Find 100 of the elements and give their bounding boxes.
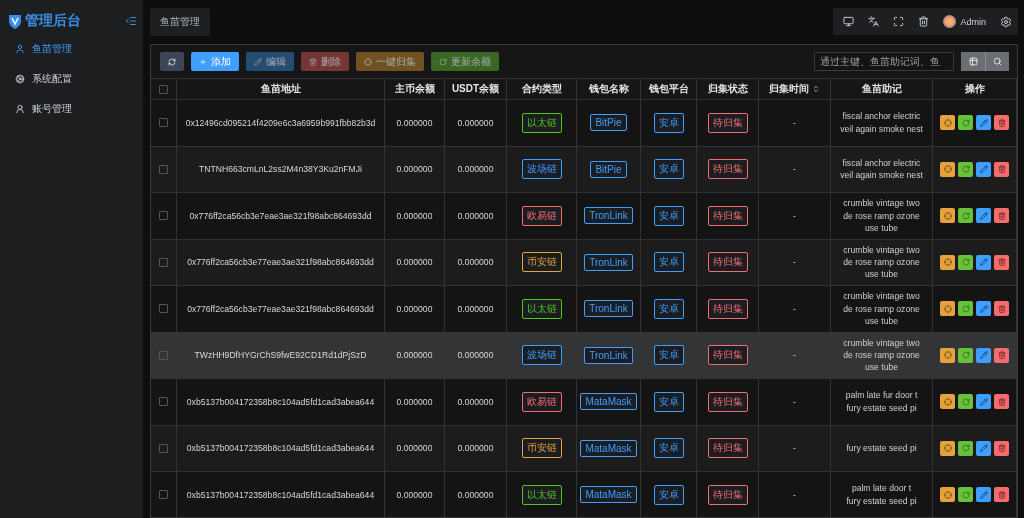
- search-field[interactable]: 通过主键、鱼苗助记词、鱼: [814, 52, 954, 71]
- platform-tag: 安卓: [653, 205, 684, 226]
- column-header[interactable]: 归集时间: [769, 82, 809, 96]
- row-checkbox[interactable]: [159, 118, 168, 128]
- refresh-button[interactable]: [958, 161, 973, 177]
- balance-text: 0.000000: [457, 396, 494, 407]
- delete-button[interactable]: [994, 115, 1009, 131]
- platform-tag: 安卓: [653, 252, 684, 273]
- sidebar-item[interactable]: 账号管理: [0, 94, 143, 124]
- delete-button[interactable]: [994, 208, 1009, 224]
- refresh-button[interactable]: [958, 347, 973, 363]
- delete-button[interactable]: [994, 487, 1009, 503]
- collect-button[interactable]: [940, 301, 955, 317]
- balance-text: 0.000000: [457, 489, 494, 500]
- row-checkbox[interactable]: [159, 397, 168, 407]
- edit-button[interactable]: [976, 254, 991, 270]
- collect-button[interactable]: [940, 208, 955, 224]
- brand-title: 管理后台: [25, 12, 81, 30]
- edit-button[interactable]: [976, 208, 991, 224]
- status-tag: 待归集: [707, 484, 748, 505]
- refresh-icon: [961, 304, 970, 313]
- monitor-icon[interactable]: [843, 16, 855, 27]
- refresh-icon: [961, 165, 970, 174]
- delete-button[interactable]: [994, 301, 1009, 317]
- collect-button[interactable]: [940, 254, 955, 270]
- row-checkbox[interactable]: [159, 443, 168, 453]
- avatar-icon[interactable]: [943, 15, 957, 28]
- refresh-icon: [961, 444, 970, 453]
- user-name[interactable]: Admin: [960, 16, 986, 27]
- delete-button[interactable]: [994, 440, 1009, 456]
- address-text: 0xb5137b004172358b8c104ad5fd1cad3abea644: [186, 489, 375, 500]
- search-button[interactable]: [985, 52, 1009, 71]
- row-checkbox[interactable]: [159, 211, 168, 221]
- mnemonic-text: crumble vintage two de rose ramp ozone use tube: [843, 336, 920, 374]
- row-checkbox[interactable]: [159, 164, 168, 174]
- refresh-button[interactable]: [958, 394, 973, 410]
- collect-button[interactable]: [940, 394, 955, 410]
- settings-icon[interactable]: [1000, 15, 1012, 28]
- sidebar-item[interactable]: 鱼苗管理: [0, 34, 143, 64]
- trash-icon: [997, 304, 1006, 313]
- page-tab[interactable]: 鱼苗管理: [150, 8, 210, 36]
- wallet-tag: TronLink: [584, 253, 633, 271]
- edit-button[interactable]: [976, 115, 991, 131]
- edit-button[interactable]: [976, 301, 991, 317]
- table-view-button[interactable]: [961, 52, 985, 71]
- select-all-checkbox[interactable]: [159, 84, 168, 94]
- fullscreen-icon[interactable]: [893, 16, 905, 27]
- trash-icon: [997, 490, 1006, 499]
- sidebar-item[interactable]: 系统配置: [0, 64, 143, 94]
- address-text: 0x12496cd095214f4209e6c3a6959b991fbb82b3d: [185, 117, 376, 128]
- collect-button[interactable]: [940, 347, 955, 363]
- refresh-button[interactable]: [958, 487, 973, 503]
- delete-button[interactable]: [994, 254, 1009, 270]
- collect-button[interactable]: [940, 487, 955, 503]
- delete-button[interactable]: [994, 161, 1009, 177]
- address-text: 0x776ff2ca56cb3e77eae3ae321f98abc864693dd: [187, 303, 374, 314]
- collect-button[interactable]: [940, 440, 955, 456]
- time-text: -: [793, 210, 796, 221]
- balance-text: 0.000000: [457, 164, 494, 175]
- column-header: 合约类型: [521, 82, 562, 96]
- collect-button[interactable]: [940, 161, 955, 177]
- refresh-button[interactable]: [958, 208, 973, 224]
- balance-text: 0.000000: [457, 257, 494, 268]
- collect-button[interactable]: [940, 115, 955, 131]
- edit-button[interactable]: [976, 394, 991, 410]
- delete-button[interactable]: [994, 394, 1009, 410]
- refresh-button[interactable]: [958, 115, 973, 131]
- edit-button[interactable]: [976, 440, 991, 456]
- status-tag: 待归集: [707, 298, 748, 319]
- edit-button[interactable]: [976, 487, 991, 503]
- edit-button[interactable]: [976, 161, 991, 177]
- platform-tag: 安卓: [653, 438, 684, 459]
- delete-button[interactable]: [994, 347, 1009, 363]
- refresh-button[interactable]: [958, 301, 973, 317]
- pencil-icon: [979, 118, 988, 127]
- row-checkbox[interactable]: [159, 257, 168, 267]
- trash-icon[interactable]: [918, 16, 930, 27]
- translate-icon[interactable]: [868, 16, 880, 27]
- pencil-icon: [979, 490, 988, 499]
- balance-text: 0.000000: [457, 210, 494, 221]
- column-header: 钱包名称: [588, 82, 629, 96]
- refresh-button[interactable]: [160, 52, 184, 71]
- row-checkbox[interactable]: [159, 350, 168, 360]
- refresh-button[interactable]: [958, 440, 973, 456]
- chain-tag: 币安链: [521, 252, 562, 273]
- column-header: 主币余额: [394, 82, 435, 96]
- sort-icon[interactable]: [812, 85, 820, 93]
- row-checkbox[interactable]: [159, 304, 168, 314]
- trash-icon: [997, 165, 1006, 174]
- gear-icon: [15, 74, 25, 84]
- refresh-button[interactable]: [958, 254, 973, 270]
- mnemonic-text: crumble vintage two de rose ramp ozone use tube: [843, 243, 920, 281]
- status-tag: 待归集: [707, 252, 748, 273]
- mnemonic-text: fury estate seed pi: [846, 442, 917, 455]
- edit-button[interactable]: [976, 347, 991, 363]
- wallet-tag: TronLink: [584, 207, 633, 225]
- time-text: -: [793, 396, 796, 407]
- row-checkbox[interactable]: [159, 490, 168, 500]
- trash-icon: [309, 57, 317, 66]
- menu-collapse-icon[interactable]: [125, 15, 137, 27]
